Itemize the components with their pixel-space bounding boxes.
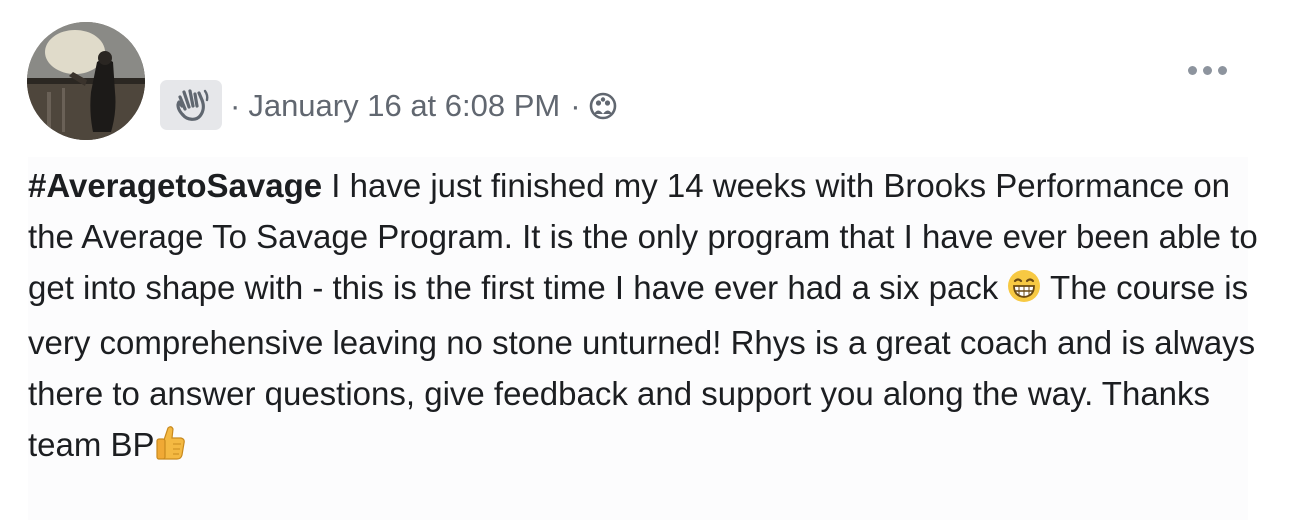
separator: ·: [230, 88, 241, 123]
friends-globe-icon[interactable]: [589, 92, 617, 120]
waving-hand-icon: [176, 89, 209, 121]
thumbs-up-icon: [155, 423, 185, 474]
post-meta: · January 16 at 6:08 PM ·: [228, 84, 617, 128]
post-body: #AveragetoSavage I have just finished my…: [28, 160, 1264, 474]
hashtag-link[interactable]: #AveragetoSavage: [28, 167, 322, 204]
reaction-badge[interactable]: [160, 80, 222, 130]
avatar[interactable]: [27, 22, 145, 140]
separator: ·: [570, 88, 581, 123]
more-options-icon[interactable]: [1188, 66, 1227, 75]
grinning-face-icon: [1007, 266, 1041, 317]
post-timestamp[interactable]: January 16 at 6:08 PM: [248, 88, 560, 124]
profile-photo: [27, 22, 145, 140]
